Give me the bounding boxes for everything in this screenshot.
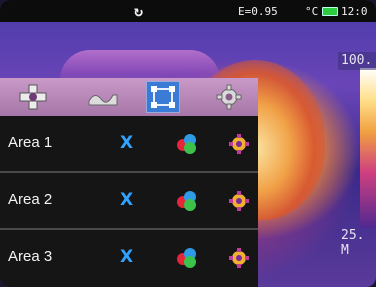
area-settings-icon[interactable] [228, 190, 250, 212]
delete-area-button[interactable]: X [120, 133, 133, 153]
status-bar: ↻ E=0.95 °C 12:0 [0, 0, 376, 22]
color-scale-bar [360, 68, 376, 228]
area-row-1[interactable]: Area 1 X [0, 116, 258, 173]
color-palette-icon[interactable] [176, 133, 198, 155]
area-label: Area 2 [8, 191, 53, 208]
battery-icon [322, 7, 338, 16]
area-list: Area 1 X Area 2 X Area 3 X [0, 116, 258, 287]
temperature-unit: °C [305, 5, 319, 18]
crosshair-icon[interactable] [16, 81, 50, 113]
scale-mode: M [341, 243, 349, 258]
area-settings-icon[interactable] [228, 247, 250, 269]
thermal-camera-screen: ↻ E=0.95 °C 12:0 100. 25. M Area 1 X Are… [0, 0, 376, 287]
refresh-icon[interactable]: ↻ [134, 2, 143, 20]
color-palette-icon[interactable] [176, 190, 198, 212]
settings-gear-icon[interactable] [212, 81, 246, 113]
area-row-3[interactable]: Area 3 X [0, 230, 258, 287]
measurement-area-menu: Area 1 X Area 2 X Area 3 X [0, 78, 258, 287]
scale-min-value: 25. [341, 228, 365, 243]
delete-area-button[interactable]: X [120, 190, 133, 210]
emissivity-value: E=0.95 [238, 5, 278, 18]
area-settings-icon[interactable] [228, 133, 250, 155]
delete-area-button[interactable]: X [120, 247, 133, 267]
scale-max-label: 100. [338, 52, 376, 70]
clock: 12:0 [341, 5, 368, 18]
area-label: Area 3 [8, 248, 53, 265]
scale-min-label: 25. M [338, 228, 376, 258]
line-wave-icon[interactable] [86, 81, 120, 113]
area-box-icon[interactable] [146, 81, 180, 113]
color-palette-icon[interactable] [176, 247, 198, 269]
area-row-2[interactable]: Area 2 X [0, 173, 258, 230]
area-label: Area 1 [8, 134, 53, 151]
menu-toolbar [0, 78, 258, 116]
